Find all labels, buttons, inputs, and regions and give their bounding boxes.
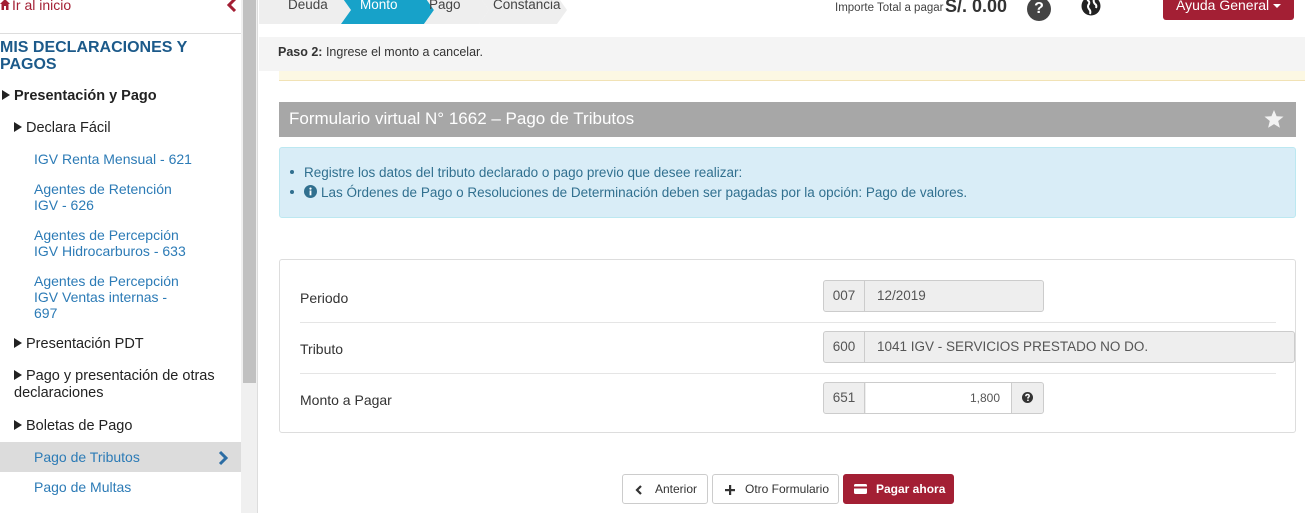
bullet: [290, 170, 294, 174]
form-row-monto: Monto a Pagar 651 1,800: [300, 374, 1276, 425]
info-text-2: Las Órdenes de Pago o Resoluciones de De…: [321, 185, 968, 200]
sidebar-item-pago-tributos[interactable]: Pago de Tributos: [34, 449, 140, 465]
bullet: [290, 190, 294, 194]
home-link-label: Ir al inicio: [12, 0, 72, 13]
tributo-label: Tributo: [300, 341, 344, 357]
paso-instruction: Ingrese el monto a cancelar.: [322, 45, 483, 59]
plus-icon: [725, 485, 735, 495]
question-circle-icon[interactable]: [1022, 392, 1033, 403]
info-line-1: Registre los datos del tributo declarado…: [290, 165, 742, 180]
home-link[interactable]: Ir al inicio: [0, 0, 241, 17]
sidebar-item-percepcion-hidrocarburos[interactable]: Agentes de Percepción IGV Hidrocarburos …: [34, 227, 199, 259]
step-monto[interactable]: Monto: [360, 0, 398, 12]
sidebar-item-pago-otras[interactable]: Pago y presentación de otras declaracion…: [14, 368, 236, 402]
paso-step: Paso 2:: [278, 45, 323, 59]
monto-field: 651 1,800: [823, 382, 1044, 414]
tributo-code: 600: [824, 332, 865, 362]
pagar-ahora-button[interactable]: Pagar ahora: [843, 474, 954, 504]
chevron-right-icon: [218, 450, 229, 466]
monto-label: Monto a Pagar: [300, 392, 392, 408]
info-box: Registre los datos del tributo declarado…: [279, 147, 1296, 218]
caret-right-icon: [2, 90, 10, 100]
form-row-periodo: Periodo 007 12/2019: [300, 272, 1276, 323]
app-window: Ir al inicio MIS DECLARACIONES Y PAGOS P…: [0, 0, 1305, 513]
credit-card-icon: [854, 484, 867, 494]
sidebar-item-label: Pago y presentación de otras declaracion…: [14, 368, 215, 401]
anterior-button[interactable]: Anterior: [622, 474, 708, 504]
star-icon[interactable]: [1264, 109, 1284, 129]
monto-help-addon[interactable]: [1011, 383, 1043, 413]
sidebar-title: MIS DECLARACIONES Y PAGOS: [0, 39, 187, 73]
info-circle-icon: [304, 185, 317, 198]
step-constancia[interactable]: Constancia: [493, 0, 561, 12]
caret-down-icon: [1273, 4, 1282, 8]
home-icon: [0, 0, 10, 10]
caret-right-icon: [14, 122, 22, 132]
sidebar-item-presentacion-pdt[interactable]: Presentación PDT: [14, 336, 144, 353]
sidebar-item-pago-multas[interactable]: Pago de Multas: [34, 479, 131, 495]
pagar-ahora-label: Pagar ahora: [876, 482, 946, 496]
otro-formulario-button[interactable]: Otro Formulario: [712, 474, 839, 504]
otro-formulario-label: Otro Formulario: [745, 482, 830, 496]
sidebar-item-label: Presentación PDT: [26, 336, 144, 352]
periodo-code: 007: [824, 281, 865, 311]
chevron-left-icon[interactable]: [227, 0, 237, 12]
info-text-1: Registre los datos del tributo declarado…: [304, 165, 743, 180]
anterior-label: Anterior: [655, 482, 698, 496]
step-bar: Deuda Monto Pago Constancia: [259, 0, 1305, 36]
step-pago[interactable]: Pago: [429, 0, 461, 12]
monto-code: 651: [824, 383, 865, 413]
periodo-value: 12/2019: [877, 288, 926, 303]
caret-right-icon: [14, 420, 22, 430]
ayuda-general-button[interactable]: Ayuda General: [1163, 0, 1294, 20]
form-header: Formulario virtual N° 1662 – Pago de Tri…: [279, 102, 1296, 137]
tributo-value: 1041 IGV - SERVICIOS PRESTADO NO DO.: [877, 339, 1149, 354]
sidebar: Ir al inicio MIS DECLARACIONES Y PAGOS P…: [0, 0, 258, 513]
step-deuda[interactable]: Deuda: [288, 0, 328, 12]
warning-strip: [279, 71, 1305, 81]
sidebar-item-label: Declara Fácil: [26, 120, 111, 136]
caret-right-icon: [14, 370, 22, 380]
ayuda-general-label: Ayuda General: [1176, 0, 1270, 13]
sidebar-item-boletas[interactable]: Boletas de Pago: [14, 418, 132, 435]
total-value: S/. 0.00: [945, 0, 1008, 16]
periodo-label: Periodo: [300, 290, 349, 306]
form-card: Periodo 007 12/2019 Tributo 600 1041 IGV…: [279, 259, 1296, 433]
sidebar-item-percepcion-ventas[interactable]: Agentes de Percepción IGV Ventas interna…: [34, 273, 184, 321]
paso-bar: Paso 2: Ingrese el monto a cancelar.: [259, 37, 1305, 71]
sidebar-section-label: Presentación y Pago: [14, 88, 157, 104]
periodo-field: 007 12/2019: [823, 280, 1044, 312]
caret-right-icon: [14, 338, 22, 348]
sidebar-scrollbar-thumb[interactable]: [243, 0, 256, 383]
sidebar-section-presentacion-pago[interactable]: Presentación y Pago: [2, 88, 157, 105]
sidebar-item-label: Boletas de Pago: [26, 418, 133, 434]
form-title: Formulario virtual N° 1662 – Pago de Tri…: [289, 109, 635, 128]
paso-text: Paso 2: Ingrese el monto a cancelar.: [278, 45, 483, 59]
sidebar-item-declara-facil[interactable]: Declara Fácil: [14, 120, 111, 137]
sidebar-item-agentes-retencion[interactable]: Agentes de Retención IGV - 626: [34, 181, 184, 213]
form-row-tributo: Tributo 600 1041 IGV - SERVICIOS PRESTAD…: [300, 323, 1295, 374]
monto-input[interactable]: 1,800: [866, 383, 1011, 413]
sidebar-divider: [0, 33, 241, 34]
sidebar-item-igv-renta[interactable]: IGV Renta Mensual - 621: [34, 151, 224, 167]
chevron-left-icon: [635, 485, 642, 495]
info-line-2: Las Órdenes de Pago o Resoluciones de De…: [290, 185, 967, 200]
tributo-field: 600 1041 IGV - SERVICIOS PRESTADO NO DO.: [823, 331, 1295, 363]
globe-icon[interactable]: [1081, 0, 1101, 16]
total-label: Importe Total a pagar: [835, 2, 944, 14]
